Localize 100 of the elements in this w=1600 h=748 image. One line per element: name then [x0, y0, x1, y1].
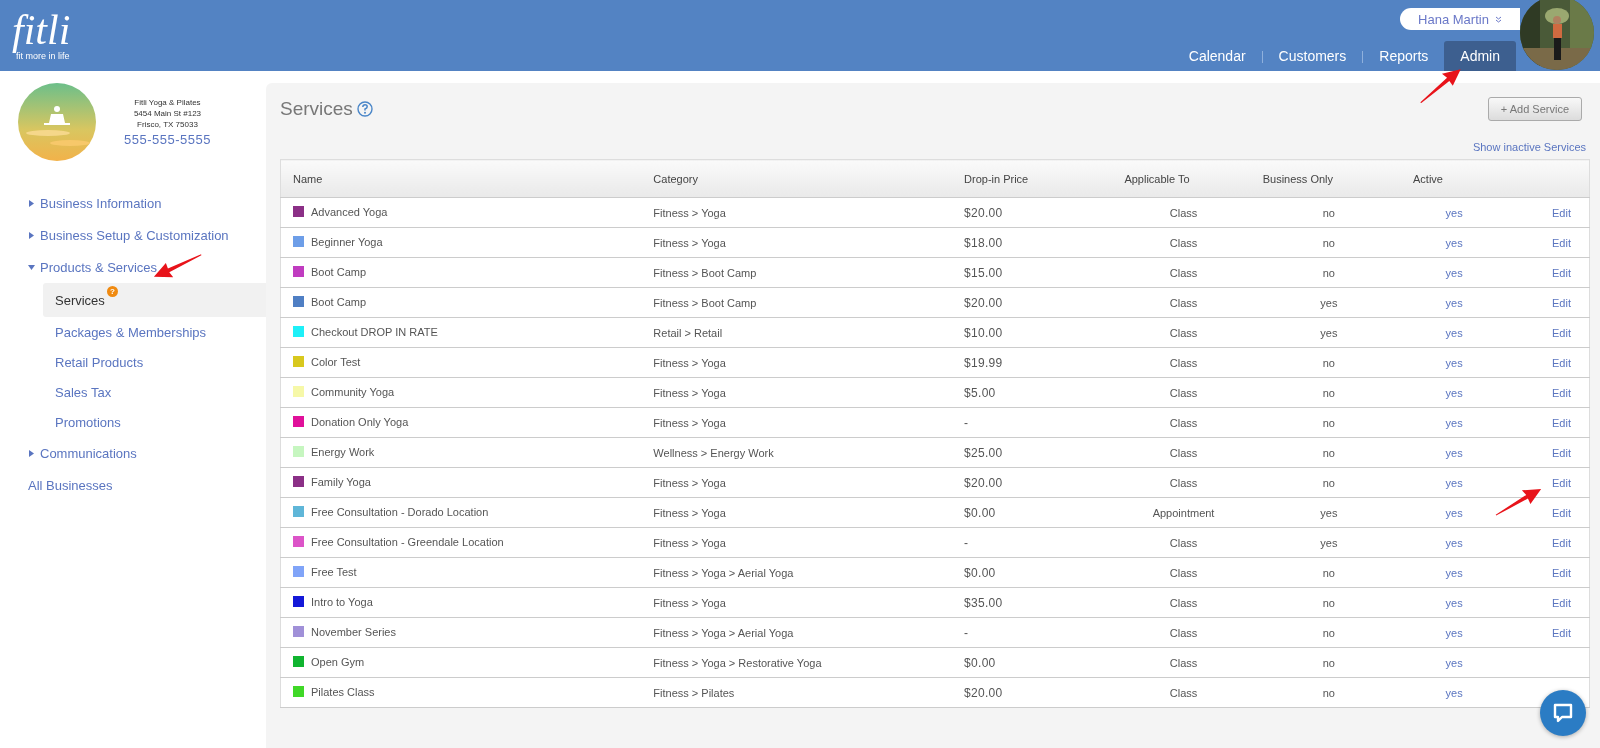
edit-link[interactable]: Edit — [1552, 386, 1571, 399]
active-status: yes — [1445, 446, 1463, 459]
sidebar-item[interactable]: Sales Tax — [43, 377, 266, 407]
active-status: yes — [1445, 206, 1463, 219]
sidebar-item[interactable]: Packages & Memberships — [43, 317, 266, 347]
table-cell: Class — [1169, 596, 1198, 609]
business-address: 5454 Main St #123 — [133, 108, 202, 118]
table-cell: Class — [1169, 686, 1198, 699]
edit-link[interactable]: Edit — [1552, 266, 1571, 279]
table-cell: no — [1322, 266, 1335, 279]
nav-tab[interactable]: Admin — [1444, 41, 1516, 71]
edit-link[interactable]: Edit — [1552, 416, 1571, 429]
service-name: Pilates Class — [311, 685, 375, 698]
price-text: $0.00 — [964, 565, 996, 580]
edit-link[interactable]: Edit — [1552, 206, 1571, 219]
sidebar-section[interactable]: Products & Services — [0, 251, 158, 283]
table-cell: no — [1322, 236, 1335, 249]
table-cell: Fitness > Yoga — [653, 416, 726, 429]
edit-link[interactable]: Edit — [1552, 596, 1571, 609]
edit-link[interactable]: Edit — [1552, 566, 1571, 579]
service-name: Boot Camp — [311, 295, 367, 308]
sidebar-section[interactable]: Business Setup & Customization — [0, 219, 229, 251]
service-name: Open Gym — [311, 655, 365, 668]
edit-link[interactable]: Edit — [1552, 446, 1571, 459]
price-text: $25.00 — [964, 445, 1003, 460]
table-cell: no — [1322, 596, 1335, 609]
table-cell: yes — [1320, 536, 1338, 549]
sidebar-item[interactable]: Services ? — [43, 283, 266, 317]
edit-link[interactable]: Edit — [1552, 326, 1571, 339]
nav-tab[interactable]: Customers — [1262, 41, 1363, 71]
price-text: $20.00 — [964, 205, 1003, 220]
table-cell: no — [1322, 626, 1335, 639]
edit-link[interactable]: Edit — [1552, 506, 1571, 519]
active-status: yes — [1445, 476, 1463, 489]
table-cell: Fitness > Yoga — [653, 596, 726, 609]
table-cell: no — [1322, 416, 1335, 429]
table-cell: no — [1322, 386, 1335, 399]
price-text: - — [964, 625, 969, 640]
active-status: yes — [1445, 536, 1463, 549]
edit-link[interactable]: Edit — [1552, 536, 1571, 549]
table-cell: Fitness > Yoga — [653, 386, 726, 399]
table-cell: Class — [1169, 266, 1198, 279]
price-text: $20.00 — [964, 475, 1003, 490]
service-name: Donation Only Yoga — [311, 415, 409, 428]
price-text: $19.99 — [964, 355, 1003, 370]
active-status: yes — [1445, 566, 1463, 579]
help-icon[interactable] — [356, 101, 373, 117]
sidebar-link[interactable]: All Businesses — [0, 469, 113, 501]
column-header: Drop-in Price — [964, 159, 1109, 198]
edit-link[interactable]: Edit — [1552, 356, 1571, 369]
business-city: Frisco, TX 75033 — [137, 119, 198, 129]
active-status: yes — [1445, 656, 1463, 669]
table-cell: no — [1322, 686, 1335, 699]
price-text: $20.00 — [964, 295, 1003, 310]
sidebar-section[interactable]: Communications — [0, 437, 137, 469]
table-cell: Fitness > Boot Camp — [653, 266, 757, 279]
table-cell: Appointment — [1152, 506, 1215, 519]
price-text: $0.00 — [964, 655, 996, 670]
table-cell: yes — [1320, 326, 1338, 339]
table-cell: Wellness > Energy Work — [653, 446, 774, 459]
page-title: Services — [280, 98, 353, 120]
table-cell: Class — [1169, 416, 1198, 429]
active-status: yes — [1445, 626, 1463, 639]
edit-link[interactable]: Edit — [1552, 236, 1571, 249]
column-header: Name — [280, 159, 654, 198]
sidebar-section[interactable]: Business Information — [0, 187, 162, 219]
nav-tab[interactable]: Calendar — [1172, 41, 1262, 71]
sidebar-item[interactable]: Retail Products — [43, 347, 266, 377]
column-header: Applicable To — [1108, 159, 1259, 198]
active-status: yes — [1445, 296, 1463, 309]
active-status: yes — [1445, 326, 1463, 339]
price-text: $35.00 — [964, 595, 1003, 610]
price-text: - — [964, 415, 969, 430]
table-cell: no — [1322, 446, 1335, 459]
table-cell: Fitness > Yoga — [653, 476, 726, 489]
service-name: Intro to Yoga — [311, 595, 373, 608]
edit-link[interactable]: Edit — [1552, 626, 1571, 639]
table-cell: yes — [1320, 296, 1338, 309]
table-cell: no — [1322, 476, 1335, 489]
user-menu-button[interactable]: Hana Martin — [1400, 8, 1520, 30]
column-header: Category — [653, 159, 965, 198]
business-name: Fitli Yoga & Pilates — [134, 97, 201, 107]
edit-link[interactable]: Edit — [1552, 476, 1571, 489]
service-name: Family Yoga — [311, 475, 371, 488]
phone-link[interactable]: 555-555-5555 — [124, 131, 211, 147]
edit-link[interactable]: Edit — [1552, 296, 1571, 309]
add-service-button[interactable]: + Add Service — [1487, 97, 1582, 121]
active-status: yes — [1445, 266, 1463, 279]
table-cell: no — [1322, 566, 1335, 579]
price-text: $15.00 — [964, 265, 1003, 280]
price-text: $5.00 — [964, 385, 996, 400]
table-cell: no — [1322, 356, 1335, 369]
active-status: yes — [1445, 596, 1463, 609]
help-badge: ? — [107, 286, 118, 297]
sidebar-item[interactable]: Promotions — [43, 407, 266, 437]
service-name: Free Consultation - Greendale Location — [311, 535, 504, 548]
nav-tab[interactable]: Reports — [1363, 41, 1445, 71]
table-cell: Class — [1169, 626, 1198, 639]
table-cell: Class — [1169, 206, 1198, 219]
service-name: Advanced Yoga — [311, 205, 388, 218]
